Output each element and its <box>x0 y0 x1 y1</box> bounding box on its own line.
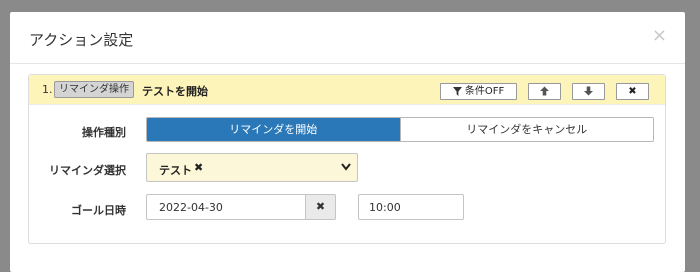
delete-icon: ✖ <box>628 86 637 97</box>
arrow-down-icon <box>584 86 593 96</box>
action-type-tag: リマインダ操作 <box>54 81 134 98</box>
action-settings-modal: アクション設定 × 1. リマインダ操作 テストを開始 条件OFF ✖ 操作種別 <box>10 12 685 272</box>
goal-datetime-label: ゴール日時 <box>71 204 126 217</box>
condition-toggle-button[interactable]: 条件OFF <box>440 83 517 100</box>
arrow-up-icon <box>540 86 549 96</box>
action-header: 1. リマインダ操作 テストを開始 条件OFF ✖ <box>29 75 665 105</box>
action-panel: 1. リマインダ操作 テストを開始 条件OFF ✖ 操作種別 リマインダを開始 … <box>28 74 666 244</box>
operation-type-label: 操作種別 <box>82 126 126 139</box>
modal-title: アクション設定 <box>29 31 134 49</box>
reminder-select[interactable]: テスト ✖ <box>146 153 358 182</box>
step-number: 1. <box>42 83 53 96</box>
move-up-button[interactable] <box>528 83 561 100</box>
condition-toggle-label: 条件OFF <box>464 86 505 97</box>
move-down-button[interactable] <box>572 83 605 100</box>
reminder-select-label: リマインダ選択 <box>49 164 126 177</box>
clear-date-button[interactable]: ✖ <box>305 194 336 220</box>
goal-date-input[interactable] <box>146 194 305 220</box>
chevron-down-icon <box>341 163 351 171</box>
modal-header: アクション設定 × <box>10 12 685 64</box>
option-start-reminder[interactable]: リマインダを開始 <box>147 118 400 141</box>
filter-icon <box>452 86 462 96</box>
selected-reminder-chip: テスト <box>159 164 192 177</box>
goal-time-input[interactable] <box>358 194 464 220</box>
delete-action-button[interactable]: ✖ <box>616 83 649 100</box>
remove-chip-icon[interactable]: ✖ <box>194 161 203 174</box>
option-cancel-reminder[interactable]: リマインダをキャンセル <box>399 118 653 141</box>
close-icon[interactable]: × <box>652 26 667 46</box>
action-title: テストを開始 <box>142 85 208 98</box>
operation-type-toggle: リマインダを開始 リマインダをキャンセル <box>146 117 654 142</box>
